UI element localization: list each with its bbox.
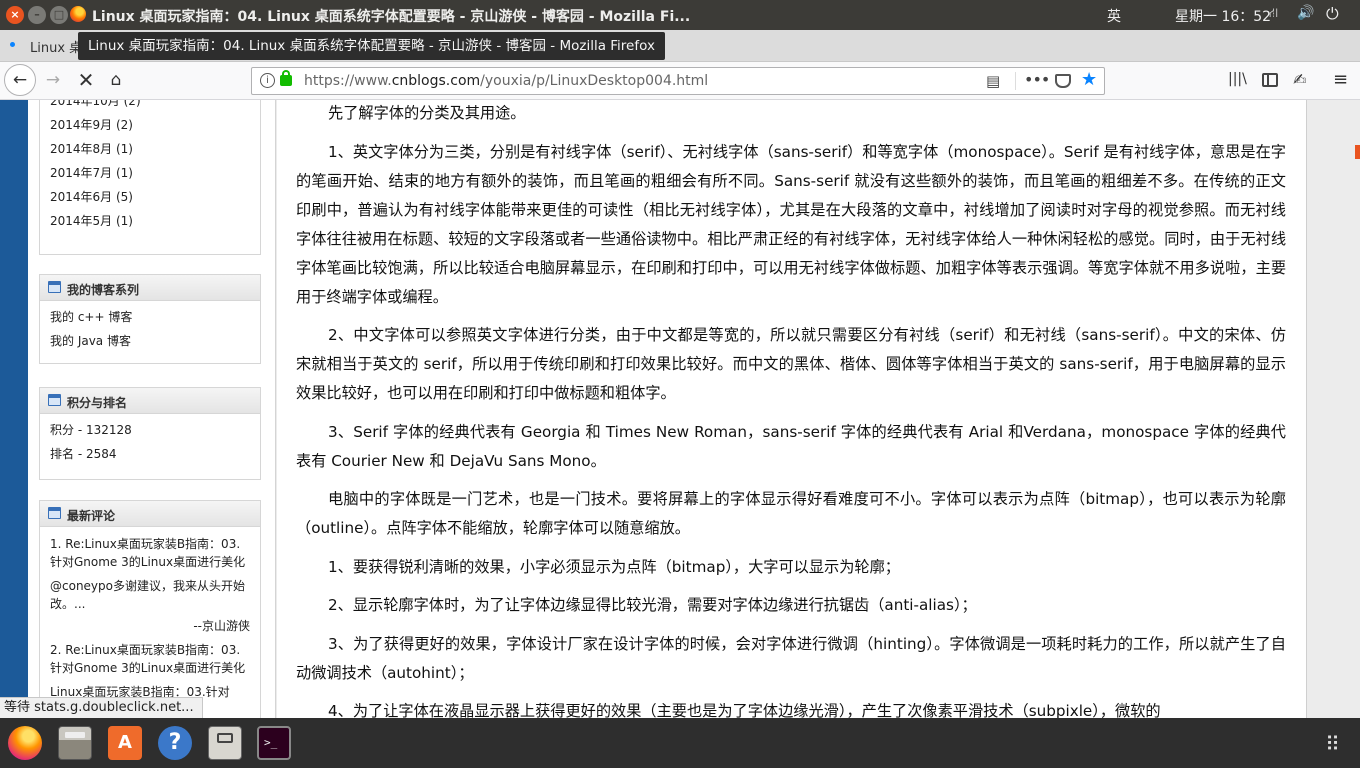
stop-button[interactable]: ✕ <box>71 65 101 95</box>
score-rank-header: 积分与排名 <box>40 388 260 414</box>
article-paragraph: 2、显示轮廓字体时，为了让字体边缘显得比较光滑，需要对字体边缘进行抗锯齿（ant… <box>328 596 977 614</box>
archive-item[interactable]: 2014年8月 (1) <box>40 137 260 161</box>
pocket-icon[interactable] <box>1055 74 1071 88</box>
show-applications-icon[interactable]: ⠿ <box>1318 730 1346 758</box>
comment-author: --京山游侠 <box>193 619 250 633</box>
dock-files-icon[interactable] <box>58 726 92 760</box>
article-body: 先了解字体的分类及其用途。 1、英文字体分为三类，分别是有衬线字体（serif）… <box>296 100 1286 718</box>
archive-item[interactable]: 2014年7月 (1) <box>40 161 260 185</box>
window-close-button[interactable]: × <box>6 6 24 24</box>
blog-series-item[interactable]: 我的 Java 博客 <box>40 329 260 353</box>
volume-icon[interactable]: 🔊 <box>1297 5 1314 21</box>
window-minimize-button[interactable]: – <box>28 6 46 24</box>
calendar-icon <box>48 281 61 293</box>
page-content: 2014年10月 (2) 2014年9月 (2) 2014年8月 (1) 201… <box>0 100 1360 718</box>
article-paragraph: 3、Serif 字体的经典代表有 Georgia 和 Times New Rom… <box>296 422 1286 470</box>
dock-help-icon[interactable]: ? <box>158 726 192 760</box>
article-paragraph: 电脑中的字体既是一门艺术，也是一门技术。要将屏幕上的字体显示得好看难度可不小。字… <box>296 490 1286 537</box>
comment-link[interactable]: 1. Re:Linux桌面玩家装B指南：03. 针对Gnome 3的Linux桌… <box>40 535 260 571</box>
url-path: /youxia/p/LinuxDesktop004.html <box>480 73 709 89</box>
bookmark-star-icon[interactable]: ★ <box>1081 69 1097 90</box>
article-paragraph: 2、中文字体可以参照英文字体进行分类，由于中文都是等宽的，所以就只需要区分有衬线… <box>296 326 1286 402</box>
page-scrollbar-thumb[interactable] <box>1355 145 1360 159</box>
url-host: cnblogs.com <box>391 73 481 89</box>
hamburger-menu-icon[interactable]: ≡ <box>1333 69 1348 90</box>
archive-item[interactable]: 2014年6月 (5) <box>40 185 260 209</box>
recent-comments-box: 最新评论 1. Re:Linux桌面玩家装B指南：03. 针对Gnome 3的L… <box>39 500 261 718</box>
input-method-indicator[interactable]: 英 <box>1107 6 1121 26</box>
home-button[interactable]: ⌂ <box>101 65 131 95</box>
clock[interactable]: 星期一 16：52 <box>1175 6 1271 26</box>
sidebar-toggle-icon[interactable] <box>1262 73 1278 87</box>
url-bar-divider <box>1015 72 1016 90</box>
article-paragraph: 3、为了获得更好的效果，字体设计厂家在设计字体的时候，会对字体进行微调（hint… <box>296 634 1286 682</box>
window-maximize-button[interactable]: □ <box>50 6 68 24</box>
back-button[interactable]: ← <box>4 64 36 96</box>
dock-terminal-icon[interactable]: >_ <box>257 726 291 760</box>
blog-sidebar: 2014年10月 (2) 2014年9月 (2) 2014年8月 (1) 201… <box>28 100 276 718</box>
page-scrollbar[interactable] <box>1352 100 1360 718</box>
reader-view-icon[interactable]: ▤ <box>986 72 1000 90</box>
status-bar: 等待 stats.g.doubleclick.net... <box>0 697 203 718</box>
blog-series-item[interactable]: 我的 c++ 博客 <box>40 305 260 329</box>
dock-software-icon[interactable]: A <box>108 726 142 760</box>
power-icon[interactable]: ⏻ <box>1326 4 1339 24</box>
archive-item[interactable]: 2014年10月 (2) <box>40 100 260 113</box>
url-prefix: https://www. <box>304 73 392 89</box>
rank-value: 排名 - 2584 <box>50 447 117 461</box>
page-actions-icon[interactable]: ••• <box>1024 70 1050 89</box>
page-left-margin <box>0 100 28 718</box>
forward-button[interactable]: → <box>38 65 68 95</box>
score-value: 积分 - 132128 <box>50 423 132 437</box>
tab-tooltip: Linux 桌面玩家指南：04. Linux 桌面系统字体配置要略 - 京山游侠… <box>78 32 665 60</box>
site-info-icon[interactable]: i <box>260 73 275 88</box>
recent-comments-header: 最新评论 <box>40 501 260 527</box>
url-bar[interactable]: i https://www.cnblogs.com/youxia/p/Linux… <box>251 67 1105 95</box>
comment-link[interactable]: 2. Re:Linux桌面玩家装B指南：03. 针对Gnome 3的Linux桌… <box>40 641 260 677</box>
article-column: 先了解字体的分类及其用途。 1、英文字体分为三类，分别是有衬线字体（serif）… <box>277 100 1307 718</box>
blog-series-box: 我的博客系列 我的 c++ 博客 我的 Java 博客 <box>39 274 261 364</box>
system-top-panel: × – □ Linux 桌面玩家指南：04. Linux 桌面系统字体配置要略 … <box>0 0 1360 30</box>
ubuntu-dock: A ? >_ ⠿ <box>0 718 1360 768</box>
dock-usb-drive-icon[interactable] <box>208 726 242 760</box>
extension-icon[interactable]: ✍ <box>1293 70 1306 89</box>
archive-list: 2014年10月 (2) 2014年9月 (2) 2014年8月 (1) 201… <box>40 100 260 233</box>
calendar-icon <box>48 394 61 406</box>
archive-item[interactable]: 2014年5月 (1) <box>40 209 260 233</box>
article-paragraph: 先了解字体的分类及其用途。 <box>328 104 526 122</box>
article-paragraph: 4、为了让字体在液晶显示器上获得更好的效果（主要也是为了字体边缘光滑），产生了次… <box>328 702 1161 718</box>
tab-loading-indicator <box>10 42 15 47</box>
article-paragraph: 1、要获得锐利清晰的效果，小字必须显示为点阵（bitmap），大字可以显示为轮廓… <box>328 557 900 576</box>
dock-firefox-icon[interactable] <box>8 726 42 760</box>
window-title: Linux 桌面玩家指南：04. Linux 桌面系统字体配置要略 - 京山游侠… <box>92 9 691 25</box>
archive-box: 2014年10月 (2) 2014年9月 (2) 2014年8月 (1) 201… <box>39 100 261 255</box>
article-paragraph: 1、英文字体分为三类，分别是有衬线字体（serif）、无衬线字体（sans-se… <box>296 142 1286 306</box>
blog-series-header: 我的博客系列 <box>40 275 260 301</box>
score-rank-title: 积分与排名 <box>67 396 128 410</box>
firefox-icon <box>70 6 86 22</box>
score-rank-box: 积分与排名 积分 - 132128 排名 - 2584 <box>39 387 261 480</box>
comment-body: @coneypo多谢建议，我来从头开始改。... <box>50 579 245 611</box>
navigation-toolbar: ← → ✕ ⌂ i https://www.cnblogs.com/youxia… <box>0 62 1360 100</box>
recent-comments-title: 最新评论 <box>67 509 116 523</box>
network-icon[interactable]: ⛙ <box>1269 6 1278 23</box>
library-icon[interactable]: |||\ <box>1228 71 1247 87</box>
lock-icon[interactable] <box>280 70 292 86</box>
archive-item[interactable]: 2014年9月 (2) <box>40 113 260 137</box>
url-text[interactable]: https://www.cnblogs.com/youxia/p/LinuxDe… <box>304 73 708 89</box>
calendar-icon <box>48 507 61 519</box>
blog-series-title: 我的博客系列 <box>67 283 140 297</box>
